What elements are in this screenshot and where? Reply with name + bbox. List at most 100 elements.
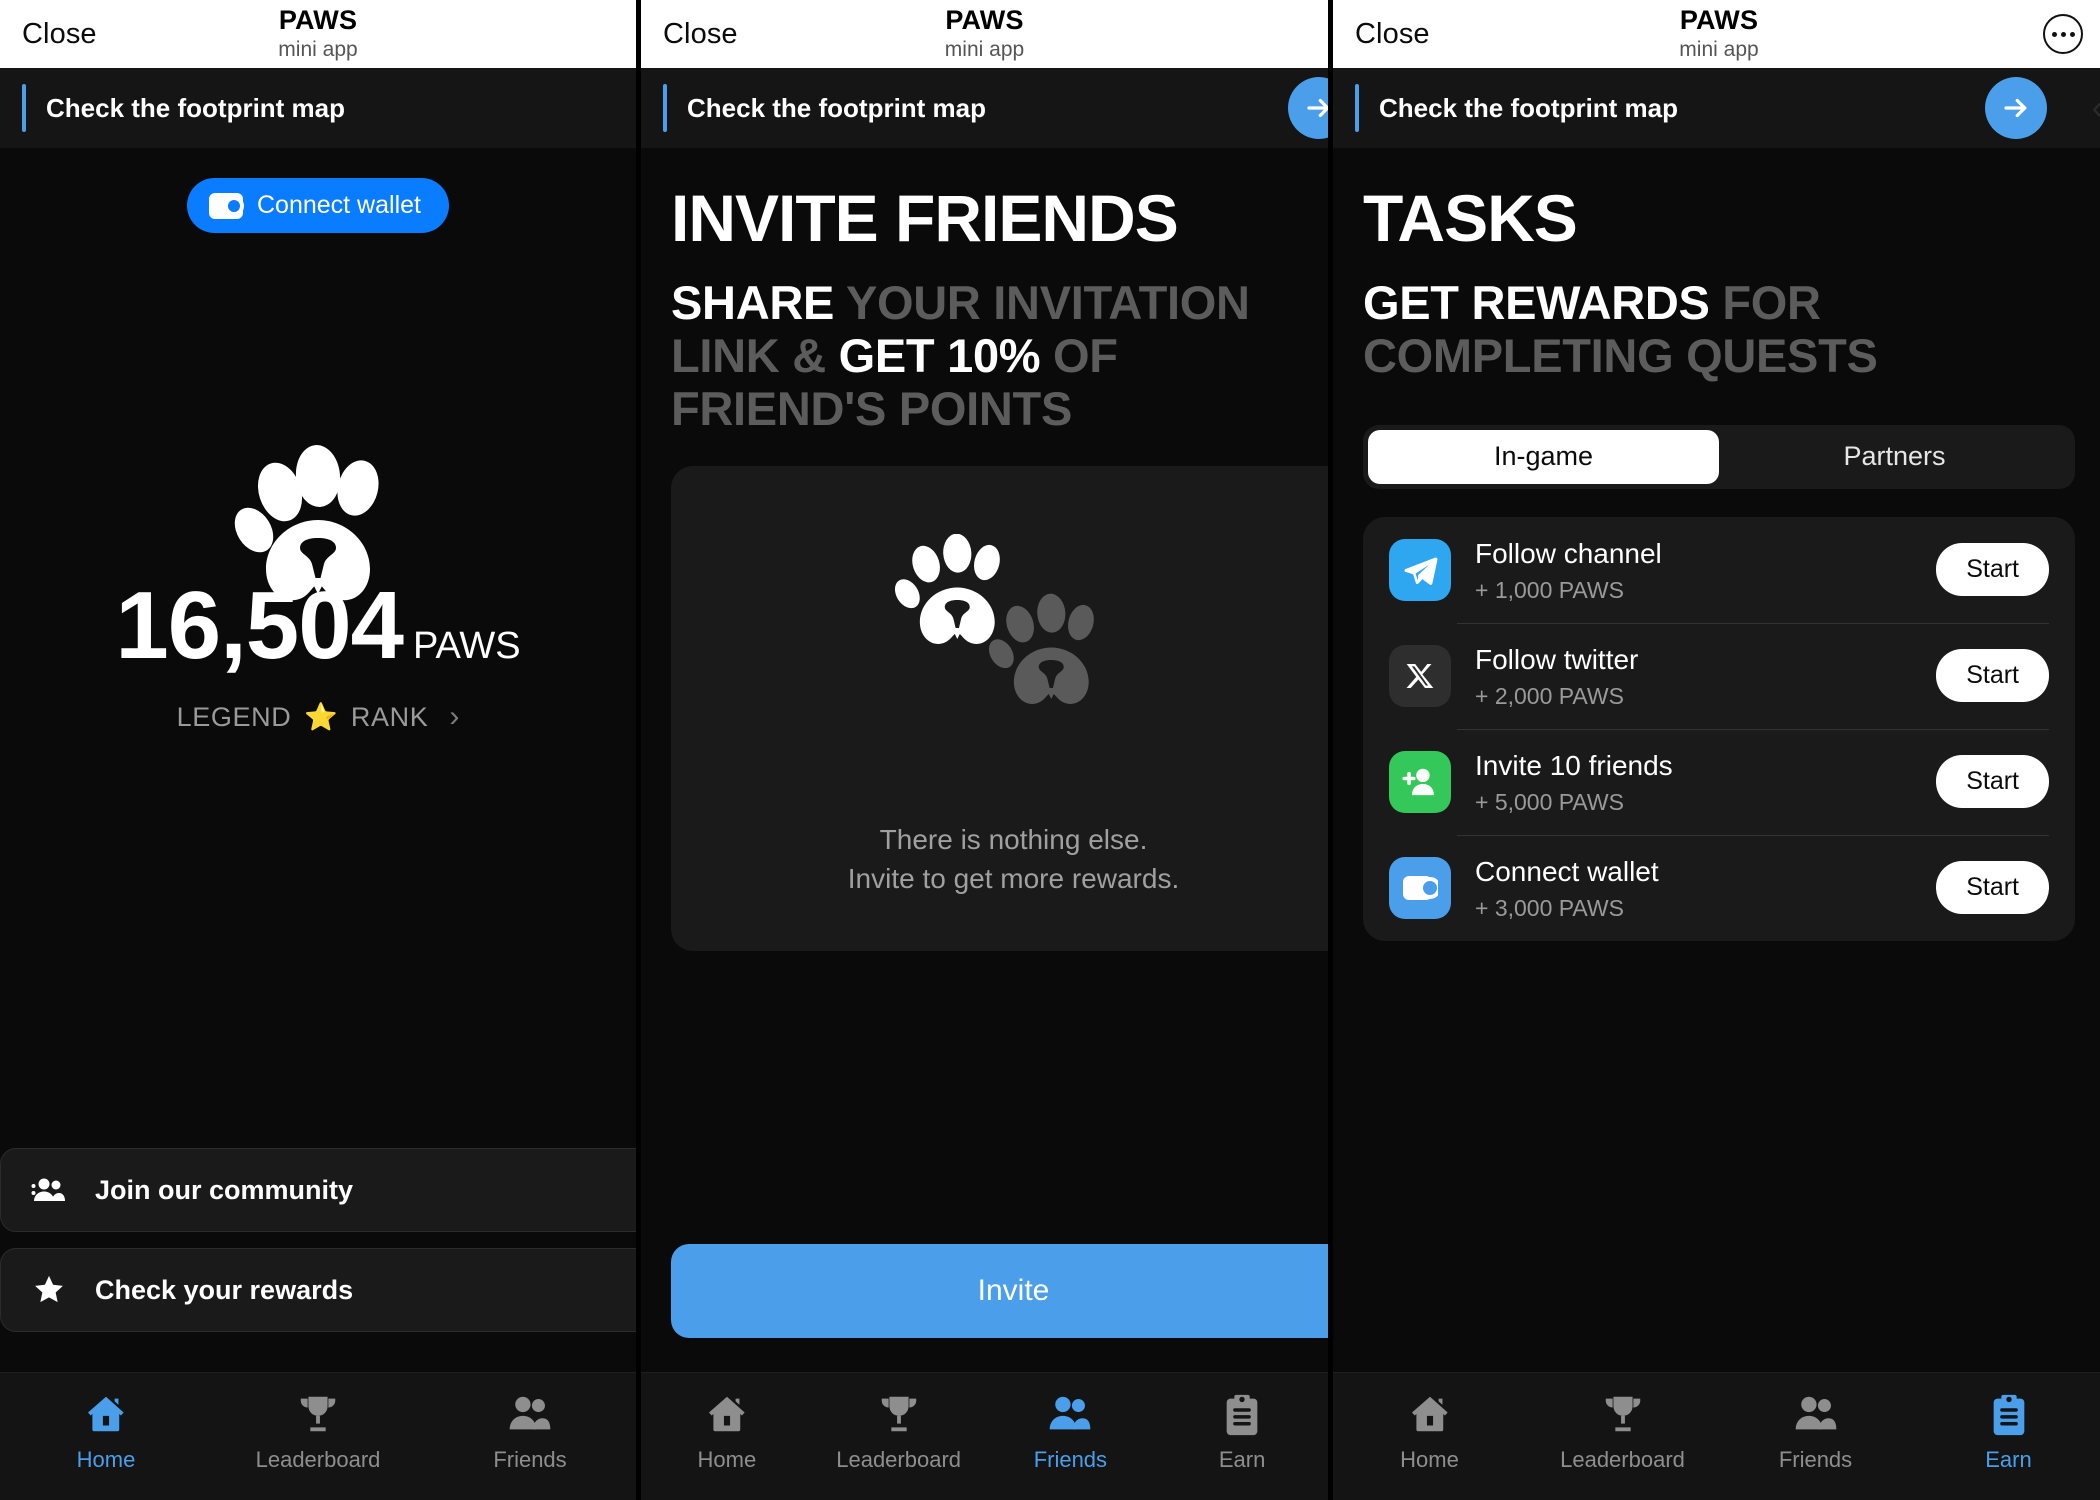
banner-text: Check the footprint map — [46, 92, 346, 123]
tab-in-game[interactable]: In-game — [1368, 429, 1719, 484]
nav-item-label: Home — [76, 1447, 136, 1472]
friends-empty-card: There is nothing else. Invite to get mor… — [671, 466, 1328, 951]
nav-item-label: Earn — [1218, 1447, 1266, 1472]
rank-suffix: RANK — [350, 701, 429, 732]
panel-earn: Close PAWS mini app Check the footprint … — [1333, 0, 2100, 1500]
telegram-header-earn: Close PAWS mini app — [1333, 0, 2100, 68]
close-button[interactable]: Close — [663, 18, 738, 51]
nav-item-earn[interactable]: Earn — [1912, 1389, 2100, 1473]
connect-wallet-label: Connect wallet — [257, 191, 421, 219]
app-title: PAWS — [1679, 5, 1759, 36]
app-subtitle: mini app — [278, 37, 358, 61]
nav-item-friends[interactable]: Friends — [1719, 1389, 1912, 1473]
nav-item-home[interactable]: Home — [0, 1389, 212, 1473]
join-community-button[interactable]: Join our community — [0, 1148, 636, 1232]
screenshot-stage: Close PAWS mini app Check the footprint … — [0, 0, 2100, 1500]
panel-friends: Close PAWS mini app Check the footprint … — [641, 0, 1328, 1500]
footprint-banner-earn[interactable]: Check the footprint map ‹ — [1333, 68, 2100, 148]
earn-heading: TASKS — [1363, 181, 1578, 255]
score-display: 16,504 PAWS — [0, 578, 636, 674]
wallet-icon — [1389, 856, 1451, 919]
task-meta: Connect wallet + 3,000 PAWS — [1475, 854, 1936, 922]
nav-item-leaderboard[interactable]: Leaderboard — [813, 1389, 985, 1473]
join-community-label: Join our community — [95, 1174, 354, 1205]
earn-subheading: GET REWARDS FOR COMPLETING QUESTS — [1363, 276, 2075, 382]
app-title: PAWS — [278, 5, 358, 36]
task-row: Invite 10 friends + 5,000 PAWS Start — [1389, 728, 2049, 835]
friends-empty-text: There is nothing else. Invite to get mor… — [671, 820, 1328, 900]
check-rewards-button[interactable]: Check your rewards — [0, 1248, 636, 1332]
task-start-button[interactable]: Start — [1936, 755, 2049, 809]
people-icon — [1047, 1389, 1093, 1439]
telegram-icon — [1389, 538, 1451, 601]
bottom-nav-home: Home Leaderboard Friends — [0, 1372, 636, 1500]
chevron-left-icon: ‹ — [2092, 91, 2100, 125]
nav-item-friends[interactable]: Friends — [985, 1389, 1157, 1473]
ellipsis-icon[interactable] — [2043, 14, 2083, 54]
invite-button[interactable]: Invite — [671, 1244, 1328, 1338]
people-icon — [1793, 1389, 1839, 1439]
friends-body: INVITE FRIENDS SHARE YOUR INVITATION LIN… — [641, 148, 1328, 1500]
bottom-nav-earn: Home Leaderboard Friends Earn — [1333, 1372, 2100, 1500]
star-icon: ⭐ — [304, 702, 338, 732]
task-start-button[interactable]: Start — [1936, 543, 2049, 597]
task-tabs: In-game Partners — [1363, 424, 2075, 489]
double-paw-icon — [874, 533, 1154, 744]
score-value: 16,504 — [115, 572, 404, 679]
app-subtitle: mini app — [944, 37, 1025, 61]
task-title: Connect wallet — [1475, 855, 1659, 887]
close-button[interactable]: Close — [1355, 18, 1430, 51]
rank-row[interactable]: LEGEND ⭐ RANK › — [0, 700, 636, 734]
trophy-icon — [1600, 1389, 1646, 1439]
subheading-part-0: SHARE — [671, 276, 835, 330]
nav-item-leaderboard[interactable]: Leaderboard — [212, 1389, 424, 1473]
nav-item-label: Leaderboard — [1560, 1447, 1685, 1472]
connect-wallet-row: Connect wallet — [0, 148, 636, 233]
task-meta: Invite 10 friends + 5,000 PAWS — [1475, 748, 1936, 816]
earn-body: TASKS GET REWARDS FOR COMPLETING QUESTS … — [1333, 148, 2100, 1500]
task-title: Follow channel — [1475, 537, 1662, 569]
nav-item-label: Friends — [1778, 1447, 1853, 1472]
earn-hero: TASKS GET REWARDS FOR COMPLETING QUESTS — [1333, 148, 2100, 383]
nav-item-home[interactable]: Home — [1333, 1389, 1526, 1473]
star-icon — [29, 1273, 69, 1307]
rank-prefix: LEGEND — [176, 701, 292, 732]
nav-item-label: Friends — [493, 1447, 567, 1472]
task-title: Invite 10 friends — [1475, 749, 1673, 781]
friends-heading: INVITE FRIENDS — [671, 181, 1179, 255]
nav-item-friends[interactable]: Friends — [424, 1389, 636, 1473]
telegram-header-friends: Close PAWS mini app — [641, 0, 1328, 68]
arrow-right-icon[interactable] — [1985, 77, 2047, 139]
people-icon — [507, 1389, 553, 1439]
nav-item-home[interactable]: Home — [641, 1389, 813, 1473]
add-friends-icon — [1389, 750, 1451, 813]
x-twitter-icon — [1389, 644, 1451, 707]
app-title: PAWS — [945, 5, 1024, 36]
home-icon — [704, 1389, 750, 1439]
task-list: Follow channel + 1,000 PAWS Start Follow tw… — [1363, 516, 2075, 941]
app-subtitle: mini app — [1679, 37, 1759, 61]
nav-item-earn[interactable]: Earn — [1156, 1389, 1328, 1473]
footprint-banner-home[interactable]: Check the footprint map — [0, 68, 636, 148]
nav-item-label: Friends — [1033, 1447, 1108, 1472]
check-rewards-label: Check your rewards — [95, 1274, 354, 1305]
footprint-banner-friends[interactable]: Check the footprint map — [641, 68, 1328, 148]
close-button[interactable]: Close — [22, 18, 97, 51]
clipboard-icon — [1986, 1389, 2032, 1439]
chevron-right-icon: › — [449, 700, 460, 733]
nav-item-label: Leaderboard — [255, 1447, 381, 1472]
task-start-button[interactable]: Start — [1936, 861, 2049, 915]
arrow-right-icon[interactable] — [1288, 77, 1328, 139]
bottom-nav-friends: Home Leaderboard Friends Earn — [641, 1372, 1328, 1500]
empty-line-1: There is nothing else. — [879, 823, 1148, 855]
connect-wallet-button[interactable]: Connect wallet — [187, 178, 449, 233]
app-title-block: PAWS mini app — [1333, 0, 2100, 68]
nav-item-leaderboard[interactable]: Leaderboard — [1526, 1389, 1719, 1473]
nav-item-label: Home — [1400, 1447, 1459, 1472]
banner-accent-bar — [663, 84, 667, 132]
home-icon — [1407, 1389, 1453, 1439]
task-start-button[interactable]: Start — [1936, 649, 2049, 703]
friends-hero: INVITE FRIENDS SHARE YOUR INVITATION LIN… — [641, 148, 1328, 435]
wallet-icon — [209, 192, 244, 219]
tab-partners[interactable]: Partners — [1719, 430, 2070, 484]
